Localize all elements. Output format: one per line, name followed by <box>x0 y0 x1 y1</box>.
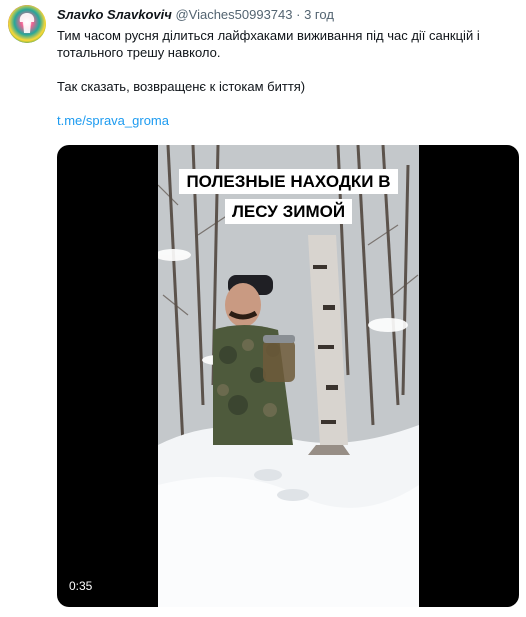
tweet-text-line: Тим часом русня ділиться лайфхаками вижи… <box>57 28 480 43</box>
caption-line: ПОЛЕЗНЫЕ НАХОДКИ В <box>179 169 398 194</box>
video-duration: 0:35 <box>69 579 93 593</box>
video-player[interactable]: ПОЛЕЗНЫЕ НАХОДКИ В ЛЕСУ ЗИМОЙ 0:35 <box>57 145 519 607</box>
tweet-text-line: Так сказать, возвращенє к істокам биття) <box>57 79 306 94</box>
avatar[interactable] <box>8 5 46 43</box>
caption-line: ЛЕСУ ЗИМОЙ <box>224 199 353 224</box>
video-frame[interactable]: ПОЛЕЗНЫЕ НАХОДКИ В ЛЕСУ ЗИМОЙ <box>158 145 419 607</box>
video-caption: ПОЛЕЗНЫЕ НАХОДКИ В ЛЕСУ ЗИМОЙ <box>158 167 419 227</box>
author-handle[interactable]: @Viaches50993743 <box>175 7 292 22</box>
tweet[interactable]: Sлavko Sлavkoviч @Viaches50993743 · 3 го… <box>0 0 526 617</box>
separator-dot: · <box>296 7 301 22</box>
timestamp[interactable]: 3 год <box>304 7 334 22</box>
author-name[interactable]: Sлavko Sлavkoviч <box>57 7 172 22</box>
telegram-link[interactable]: t.me/sprava_groma <box>57 112 169 129</box>
tweet-header: Sлavko Sлavkoviч @Viaches50993743 · 3 го… <box>57 7 334 23</box>
tweet-text: Тим часом русня ділиться лайфхаками вижи… <box>57 27 507 129</box>
tweet-text-line: тотального трешу навколо. <box>57 45 221 60</box>
